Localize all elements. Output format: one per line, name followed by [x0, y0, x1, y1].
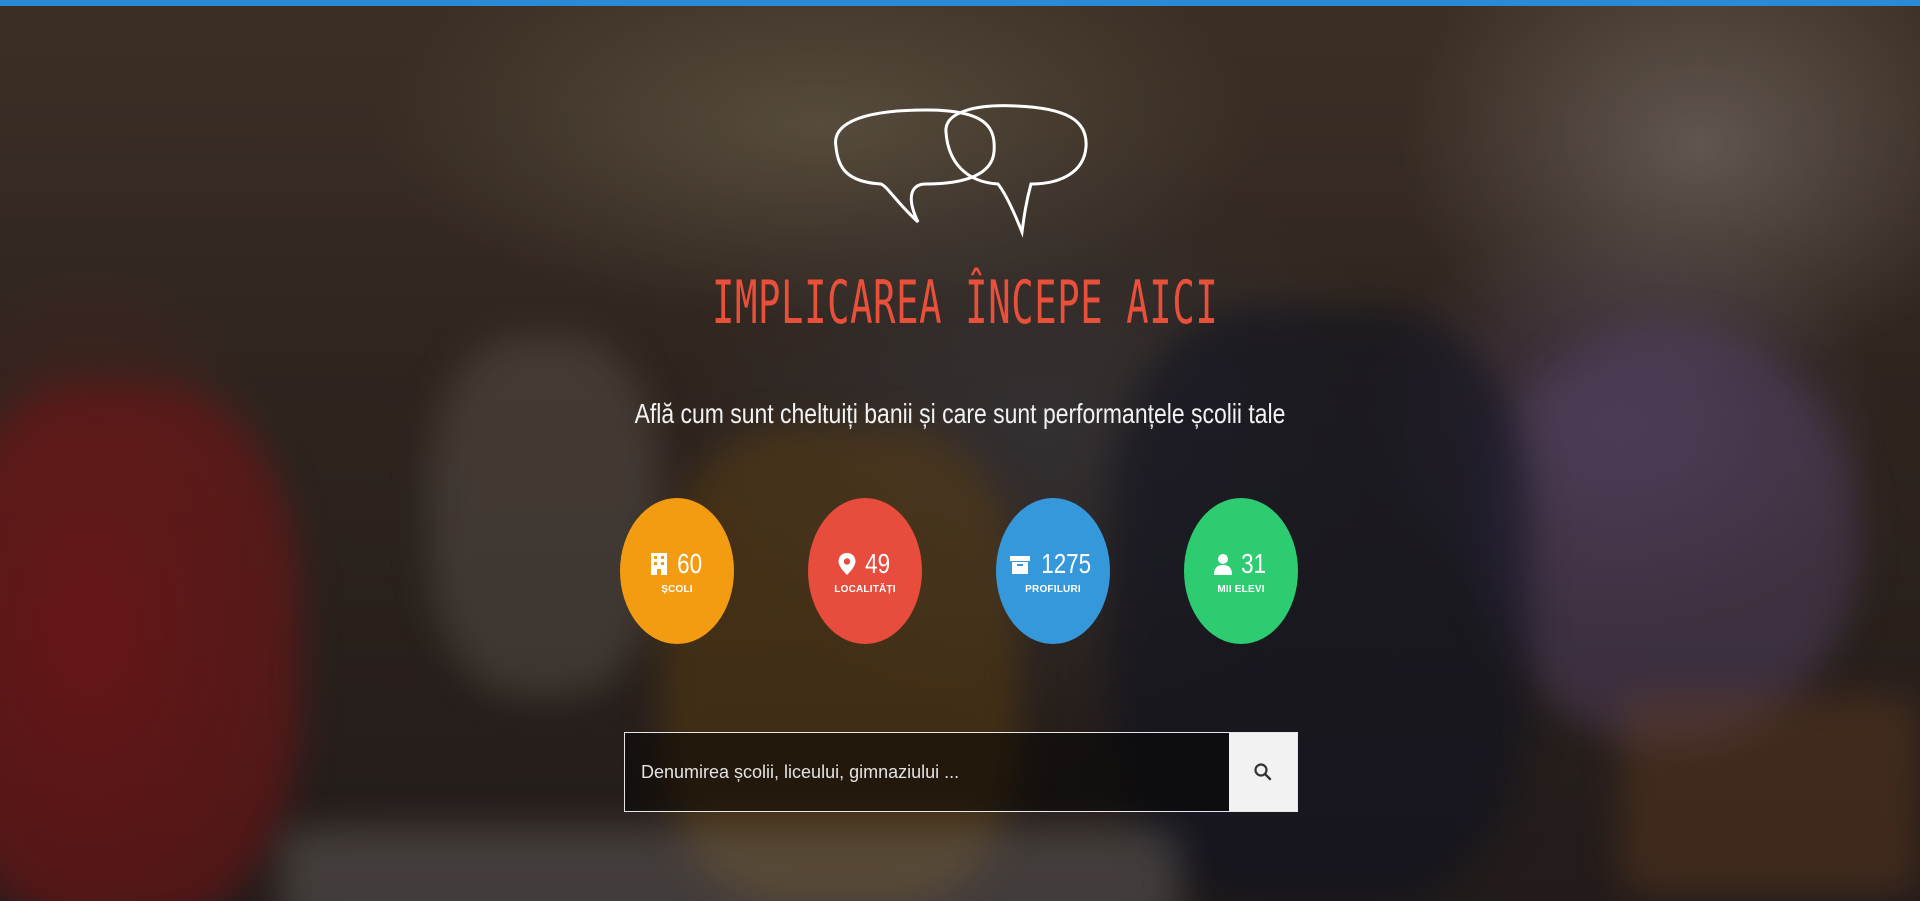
stat-localities[interactable]: 49 LOCALITĂȚI: [808, 498, 922, 644]
search-bar: [624, 732, 1298, 812]
user-icon: [1214, 553, 1233, 575]
building-icon: [651, 552, 668, 575]
stat-value: 31: [1241, 547, 1267, 579]
stat-value: 1275: [1041, 547, 1091, 579]
search-icon: [1254, 763, 1272, 781]
search-button[interactable]: [1229, 733, 1297, 811]
stat-schools[interactable]: 60 ȘCOLI: [620, 498, 734, 644]
stat-label: PROFILURI: [1025, 583, 1081, 595]
hero-section: IMPLICAREA ÎNCEPE AICI Află cum sunt che…: [0, 6, 1920, 901]
page-subtitle: Află cum sunt cheltuiți banii și care su…: [634, 398, 1286, 429]
stat-value: 49: [865, 547, 891, 579]
stats-row: 60 ȘCOLI 49 LOCALITĂȚI 1275 PROFILURI 31…: [620, 498, 1300, 644]
stat-value: 60: [677, 547, 703, 579]
search-input[interactable]: [625, 733, 1229, 811]
stat-students[interactable]: 31 MII ELEVI: [1184, 498, 1298, 644]
stat-profiles[interactable]: 1275 PROFILURI: [996, 498, 1110, 644]
page-headline: IMPLICAREA ÎNCEPE AICI: [712, 268, 1219, 338]
map-marker-icon: [838, 552, 856, 575]
archive-icon: [1009, 555, 1030, 574]
speech-bubbles-logo-icon: [834, 104, 1088, 238]
stat-label: LOCALITĂȚI: [834, 583, 896, 595]
stat-label: MII ELEVI: [1217, 583, 1265, 595]
stat-label: ȘCOLI: [661, 583, 693, 595]
